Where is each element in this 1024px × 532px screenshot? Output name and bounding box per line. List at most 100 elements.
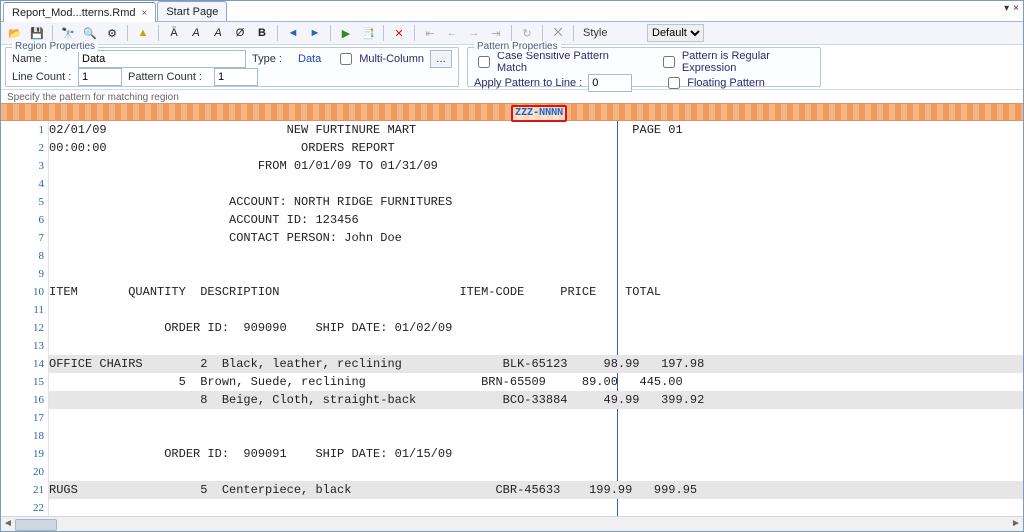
tab-label: Report_Mod...tterns.Rmd [12, 7, 136, 19]
apply-pattern-input[interactable] [588, 74, 632, 92]
save-icon[interactable]: 💾 [27, 23, 47, 43]
code-line [49, 247, 1023, 265]
code-line [49, 301, 1023, 319]
floating-input[interactable] [668, 77, 680, 89]
go-back-icon[interactable]: ← [442, 23, 462, 43]
multicolumn-input[interactable] [340, 53, 352, 65]
case-sensitive-input[interactable] [478, 56, 490, 68]
format-b-icon[interactable]: B [252, 23, 272, 43]
close-icon[interactable]: × [142, 8, 148, 19]
reload-icon[interactable]: ↻ [517, 23, 537, 43]
code-line [49, 427, 1023, 445]
nav-prev-icon[interactable]: ◄ [283, 23, 303, 43]
nav-next-icon[interactable]: ► [305, 23, 325, 43]
separator [52, 25, 53, 41]
format-a2-icon[interactable]: A [186, 23, 206, 43]
tabstrip-controls: ▾ × [1004, 3, 1019, 14]
stamp-icon[interactable]: 📑 [358, 23, 378, 43]
multicolumn-more-button[interactable]: … [430, 50, 452, 68]
regex-input[interactable] [663, 56, 675, 68]
line-number: 17 [1, 409, 44, 427]
type-value[interactable]: Data [298, 53, 321, 65]
go-last-icon[interactable]: ⇥ [486, 23, 506, 43]
text-editor: 1234567891011121314151617181920212223242… [1, 121, 1023, 516]
find-icon[interactable]: 🔍 [80, 23, 100, 43]
separator [277, 25, 278, 41]
binoculars-icon[interactable]: 🔭 [58, 23, 78, 43]
type-label: Type : [252, 53, 292, 65]
scroll-right-icon[interactable]: ► [1010, 518, 1022, 530]
separator [414, 25, 415, 41]
validate-icon[interactable]: ▲ [133, 23, 153, 43]
scroll-left-icon[interactable]: ◄ [2, 518, 14, 530]
separator [127, 25, 128, 41]
format-o-icon[interactable]: Ø [230, 23, 250, 43]
scrollbar-thumb[interactable] [15, 519, 57, 531]
line-number: 12 [1, 319, 44, 337]
tab-report-model[interactable]: Report_Mod...tterns.Rmd × [3, 2, 156, 22]
code-line [49, 265, 1023, 283]
pattern-count-label: Pattern Count : [128, 71, 208, 83]
regex-label: Pattern is Regular Expression [682, 50, 814, 74]
group-legend: Region Properties [12, 41, 98, 52]
line-number-gutter: 1234567891011121314151617181920212223242… [1, 121, 49, 516]
format-a3-icon[interactable]: A [208, 23, 228, 43]
gear-icon[interactable]: ⚙ [102, 23, 122, 43]
pattern-properties-group: Pattern Properties Case Sensitive Patter… [467, 47, 821, 87]
line-number: 9 [1, 265, 44, 283]
code-line [49, 463, 1023, 481]
pattern-marker[interactable]: ZZZ-NNNN [511, 105, 567, 122]
floating-label: Floating Pattern [687, 77, 765, 89]
code-line: ORDER ID: 909090 SHIP DATE: 01/02/09 [49, 319, 1023, 337]
code-area[interactable]: 02/01/09 NEW FURTINURE MART PAGE 0100:00… [49, 121, 1023, 516]
line-number: 7 [1, 229, 44, 247]
region-properties-group: Region Properties Name : Type : Data Mul… [5, 47, 459, 87]
code-line: ACCOUNT: NORTH RIDGE FURNITURES [49, 193, 1023, 211]
go-first-icon[interactable]: ⇤ [420, 23, 440, 43]
line-number: 8 [1, 247, 44, 265]
collapse-icon[interactable]: ⨉ [548, 23, 568, 43]
line-number: 1 [1, 121, 44, 139]
format-a1-icon[interactable]: Ä [164, 23, 184, 43]
line-number: 6 [1, 211, 44, 229]
separator [330, 25, 331, 41]
line-number: 3 [1, 157, 44, 175]
separator [573, 25, 574, 41]
separator [383, 25, 384, 41]
code-line: OFFICE CHAIRS 2 Black, leather, reclinin… [49, 355, 1023, 373]
line-number: 19 [1, 445, 44, 463]
run-green-icon[interactable]: ▶ [336, 23, 356, 43]
code-line: ITEM QUANTITY DESCRIPTION ITEM-CODE PRIC… [49, 283, 1023, 301]
code-content: 02/01/09 NEW FURTINURE MART PAGE 0100:00… [49, 121, 1023, 516]
multicolumn-checkbox[interactable]: Multi-Column [336, 50, 424, 68]
group-legend: Pattern Properties [474, 41, 561, 52]
line-number: 11 [1, 301, 44, 319]
code-line: ACCOUNT ID: 123456 [49, 211, 1023, 229]
separator [511, 25, 512, 41]
separator [542, 25, 543, 41]
line-number: 4 [1, 175, 44, 193]
regex-checkbox[interactable]: Pattern is Regular Expression [659, 50, 814, 74]
name-input[interactable] [78, 50, 246, 68]
code-line: ORDER ID: 909091 SHIP DATE: 01/15/09 [49, 445, 1023, 463]
floating-checkbox[interactable]: Floating Pattern [664, 74, 765, 92]
line-count-input[interactable] [78, 68, 122, 86]
open-icon[interactable]: 📂 [5, 23, 25, 43]
tabstrip-menu-icon[interactable]: ▾ [1004, 3, 1009, 14]
column-ruler[interactable]: ZZZ-NNNN [1, 103, 1023, 121]
line-number: 18 [1, 427, 44, 445]
line-number: 10 [1, 283, 44, 301]
properties-row: Region Properties Name : Type : Data Mul… [1, 45, 1023, 90]
line-number: 14 [1, 355, 44, 373]
go-fwd-icon[interactable]: → [464, 23, 484, 43]
code-line: CONTACT PERSON: John Doe [49, 229, 1023, 247]
horizontal-scrollbar[interactable]: ◄ ► [1, 516, 1023, 531]
tab-start-page[interactable]: Start Page [157, 1, 227, 21]
style-label: Style [583, 27, 643, 39]
case-sensitive-checkbox[interactable]: Case Sensitive Pattern Match [474, 50, 629, 74]
style-select[interactable]: Default [647, 24, 704, 42]
pattern-count-input[interactable] [214, 68, 258, 86]
tabstrip-close-icon[interactable]: × [1013, 3, 1019, 14]
delete-icon[interactable]: ✕ [389, 23, 409, 43]
case-sensitive-label: Case Sensitive Pattern Match [497, 50, 629, 74]
